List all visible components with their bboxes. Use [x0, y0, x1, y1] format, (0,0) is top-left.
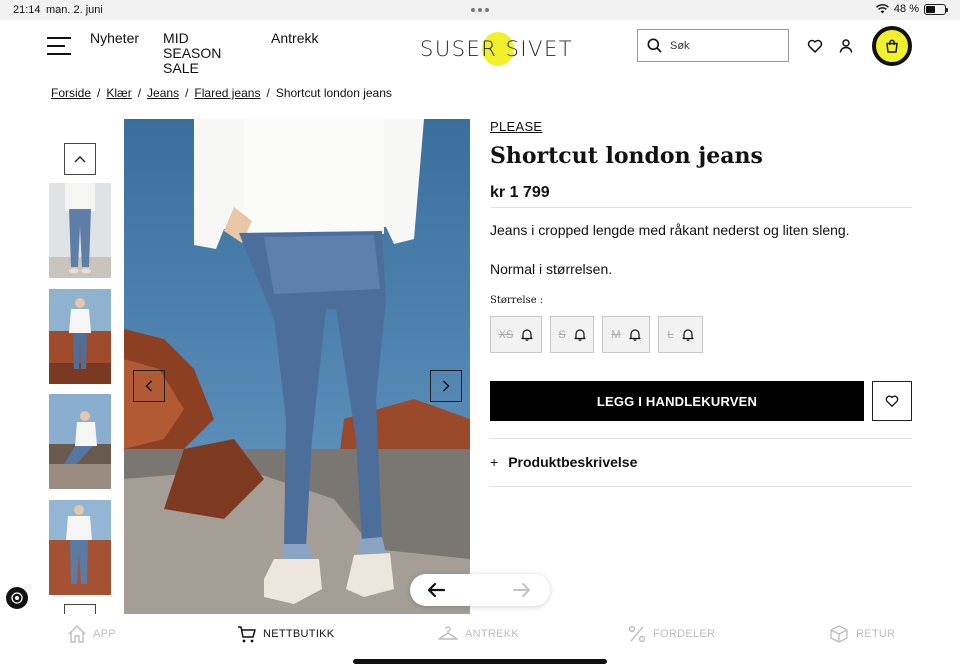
wifi-icon — [876, 4, 889, 14]
size-option-l[interactable]: L — [658, 316, 703, 353]
cart-icon — [238, 626, 256, 643]
tab-label: ANTREKK — [465, 628, 520, 640]
heart-icon — [885, 395, 899, 407]
wishlist-button[interactable] — [872, 381, 912, 421]
thumbnail-image — [49, 183, 111, 278]
tab-nettbutikk[interactable]: NETTBUTIKK — [237, 624, 334, 644]
product-thumbnail-1[interactable] — [49, 183, 111, 278]
thumbnail-image — [49, 394, 111, 489]
size-option-label: XS — [498, 328, 514, 341]
back-arrow-icon[interactable] — [426, 580, 446, 600]
size-option-label: L — [667, 328, 674, 341]
logo-text: SUSER SIVET — [420, 37, 574, 61]
cart-icon — [886, 39, 898, 53]
size-option-m[interactable]: M — [602, 316, 650, 353]
tab-app[interactable]: APP — [67, 624, 116, 644]
breadcrumb-jeans[interactable]: Jeans — [147, 86, 179, 100]
tab-label: RETUR — [856, 628, 896, 640]
site-header: Nyheter MID SEASON SALE Antrekk SUSER SI… — [0, 20, 960, 76]
home-icon — [68, 625, 86, 643]
tab-label: FORDELER — [653, 628, 716, 640]
cart-button[interactable] — [872, 26, 912, 66]
plus-icon: + — [490, 454, 499, 470]
image-next-button[interactable] — [430, 370, 462, 402]
nav-item-mid-season-sale[interactable]: MID SEASON SALE — [163, 31, 247, 76]
thumbnail-image — [49, 500, 111, 595]
size-option-label: M — [611, 328, 621, 341]
brand-link[interactable]: PLEASE — [490, 119, 542, 134]
size-option-label: S — [558, 328, 566, 341]
battery-percent: 48 % — [893, 3, 919, 15]
breadcrumb-current: Shortcut london jeans — [275, 86, 392, 100]
status-time: 21:14 — [13, 4, 41, 16]
tab-label: APP — [93, 628, 116, 640]
tab-label: NETTBUTIKK — [263, 628, 335, 640]
product-description: Jeans i cropped lengde med råkant neders… — [490, 222, 850, 238]
size-option-xs[interactable]: XS — [490, 316, 542, 353]
bell-icon — [521, 329, 533, 341]
breadcrumb-flared-jeans[interactable]: Flared jeans — [194, 86, 260, 100]
divider — [490, 207, 912, 208]
browser-nav-pill — [410, 574, 550, 606]
menu-icon[interactable] — [47, 37, 71, 55]
add-to-cart-button[interactable]: LEGG I HANDLEKURVEN — [490, 381, 864, 421]
main-product-image[interactable] — [124, 119, 470, 614]
tab-retur[interactable]: RETUR — [828, 624, 895, 644]
site-logo[interactable]: SUSER SIVET — [420, 32, 572, 66]
home-indicator — [353, 659, 607, 664]
chevron-right-icon — [443, 380, 450, 392]
chevron-up-icon — [74, 156, 86, 163]
multitask-dots-icon[interactable] — [471, 8, 489, 12]
breadcrumb: Forside / Klær / Jeans / Flared jeans / Shor… — [51, 86, 392, 100]
product-photo — [124, 119, 470, 614]
size-label: Størrelse : — [490, 295, 544, 306]
product-thumbnail-3[interactable] — [49, 394, 111, 489]
user-icon[interactable] — [838, 38, 854, 54]
bell-icon — [574, 329, 586, 341]
product-thumbnail-4[interactable] — [49, 500, 111, 595]
status-bar: 21:14 man. 2. juni 48 % — [0, 0, 960, 20]
product-title: Shortcut london jeans — [490, 143, 763, 169]
breadcrumb-forside[interactable]: Forside — [51, 86, 91, 100]
status-date: man. 2. juni — [46, 4, 103, 16]
main-nav: Nyheter MID SEASON SALE Antrekk — [90, 31, 319, 76]
hanger-icon — [438, 626, 458, 640]
search-box[interactable] — [637, 29, 789, 62]
tab-fordeler[interactable]: FORDELER — [627, 624, 715, 644]
nav-item-nyheter[interactable]: Nyheter — [90, 31, 139, 76]
forward-arrow-icon[interactable] — [512, 580, 532, 600]
divider — [490, 486, 912, 487]
bell-icon — [681, 329, 694, 341]
accessibility-icon[interactable] — [6, 587, 28, 609]
heart-icon[interactable] — [807, 38, 823, 54]
image-prev-button[interactable] — [133, 370, 165, 402]
product-description-accordion[interactable]: + Produktbeskrivelse — [490, 454, 637, 470]
divider — [490, 438, 912, 439]
fit-note: Normal i størrelsen. — [490, 261, 613, 277]
product-thumbnail-2[interactable] — [49, 289, 111, 384]
thumbnail-up-button[interactable] — [64, 143, 96, 175]
accordion-label: Produktbeskrivelse — [508, 454, 638, 470]
size-option-s[interactable]: S — [550, 316, 594, 353]
product-price: kr 1 799 — [490, 184, 550, 201]
chevron-left-icon — [145, 380, 152, 392]
breadcrumb-klaer[interactable]: Klær — [106, 86, 131, 100]
bell-icon — [628, 329, 641, 341]
tab-antrekk[interactable]: ANTREKK — [437, 624, 519, 644]
search-icon — [647, 38, 662, 53]
nav-item-antrekk[interactable]: Antrekk — [271, 31, 318, 76]
battery-icon — [924, 3, 948, 15]
return-icon — [830, 625, 848, 643]
search-input[interactable] — [670, 39, 780, 52]
status-right: 48 % — [876, 3, 948, 15]
percent-icon — [628, 625, 646, 643]
thumbnail-image — [49, 289, 111, 384]
